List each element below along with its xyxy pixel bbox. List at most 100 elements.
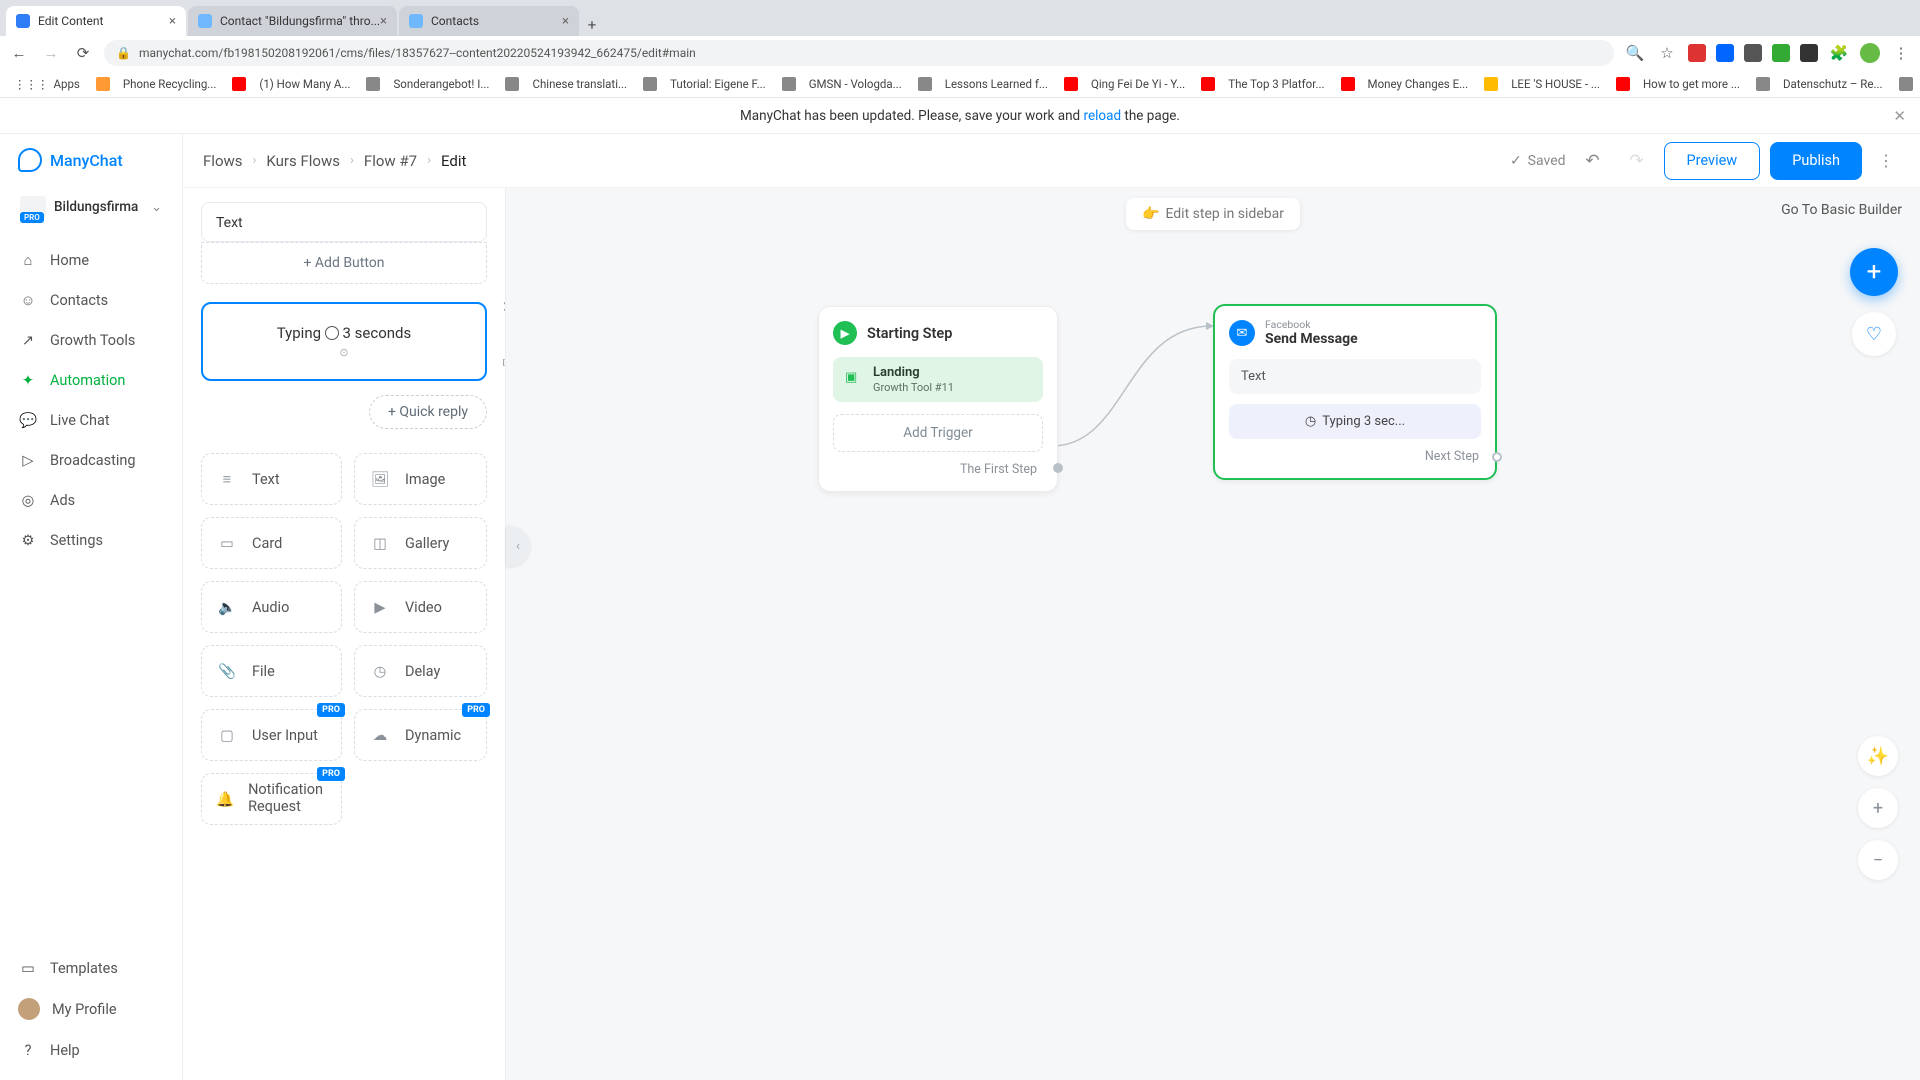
go-basic-builder-link[interactable]: Go To Basic Builder bbox=[1781, 202, 1902, 218]
palette-user-input[interactable]: ▢User InputPRO bbox=[201, 709, 342, 761]
bookmark-item[interactable]: Money Changes E... bbox=[1335, 75, 1475, 93]
bookmark-item[interactable]: How to get more ... bbox=[1610, 75, 1746, 93]
browser-tab[interactable]: Contact "Bildungsfirma" thro... × bbox=[188, 6, 397, 36]
bookmark-item[interactable]: Qing Fei De Yi - Y... bbox=[1058, 75, 1191, 93]
add-quick-reply-button[interactable]: + Quick reply bbox=[369, 395, 487, 429]
output-port[interactable] bbox=[1492, 452, 1502, 462]
duplicate-block-button[interactable]: ⧉ bbox=[499, 354, 506, 372]
palette-video[interactable]: ▶Video bbox=[354, 581, 487, 633]
add-trigger-button[interactable]: Add Trigger bbox=[833, 414, 1043, 452]
text-block[interactable]: Text bbox=[201, 202, 487, 242]
starting-step-node[interactable]: ▶Starting Step ▣ LandingGrowth Tool #11 … bbox=[818, 306, 1058, 492]
bookmark-item[interactable]: The Top 3 Platfor... bbox=[1195, 75, 1330, 93]
bookmark-item[interactable]: Chinese translati... bbox=[499, 75, 633, 93]
reload-link[interactable]: reload bbox=[1084, 108, 1122, 124]
breadcrumb[interactable]: Flows bbox=[203, 152, 243, 170]
add-button[interactable]: + Add Button bbox=[201, 242, 487, 284]
sidebar-item-help[interactable]: ?Help bbox=[0, 1030, 182, 1070]
bookmark-item[interactable]: (1) How Many A... bbox=[226, 75, 356, 93]
sidebar-item-broadcasting[interactable]: ▷Broadcasting bbox=[0, 440, 182, 480]
bookmark-item[interactable]: Phone Recycling... bbox=[90, 75, 223, 93]
bookmark-item[interactable]: Student Wants an... bbox=[1893, 75, 1920, 93]
palette-notification[interactable]: 🔔Notification RequestPRO bbox=[201, 773, 342, 825]
redo-button[interactable]: ↷ bbox=[1620, 144, 1654, 178]
palette-file[interactable]: 📎File bbox=[201, 645, 342, 697]
extension-icon[interactable] bbox=[1688, 44, 1706, 62]
sidebar-item-growth[interactable]: ↗Growth Tools bbox=[0, 320, 182, 360]
close-icon[interactable]: ✕ bbox=[1893, 107, 1906, 125]
add-step-fab[interactable]: + bbox=[1850, 248, 1898, 296]
reload-button[interactable]: ⟳ bbox=[72, 42, 94, 64]
star-icon[interactable]: ☆ bbox=[1656, 42, 1678, 64]
extension-icon[interactable] bbox=[1716, 44, 1734, 62]
palette-gallery[interactable]: ◫Gallery bbox=[354, 517, 487, 569]
typing-delay-block[interactable]: Typing 3 seconds ⊙ bbox=[201, 302, 487, 381]
zoom-in-button[interactable]: + bbox=[1858, 788, 1898, 828]
saved-indicator: ✓Saved bbox=[1510, 153, 1566, 169]
close-icon[interactable]: × bbox=[562, 14, 569, 29]
delete-block-button[interactable]: ✕ bbox=[499, 298, 506, 316]
message-typing-row[interactable]: ◷Typing 3 sec... bbox=[1229, 404, 1481, 439]
extension-icon[interactable] bbox=[1772, 44, 1790, 62]
move-block-button[interactable]: ↕ bbox=[499, 326, 506, 344]
undo-button[interactable]: ↶ bbox=[1576, 144, 1610, 178]
output-port[interactable] bbox=[1053, 463, 1063, 473]
zoom-out-button[interactable]: − bbox=[1858, 840, 1898, 880]
breadcrumb[interactable]: Kurs Flows bbox=[266, 152, 340, 170]
bookmark-item[interactable]: Lessons Learned f... bbox=[912, 75, 1054, 93]
sidebar-item-templates[interactable]: ▭Templates bbox=[0, 948, 182, 988]
sidebar-item-contacts[interactable]: ☺Contacts bbox=[0, 280, 182, 320]
flow-canvas[interactable]: 👉Edit step in sidebar Go To Basic Builde… bbox=[506, 188, 1920, 1080]
send-message-node[interactable]: ✉ FacebookSend Message Text ◷Typing 3 se… bbox=[1213, 304, 1497, 480]
palette-dynamic[interactable]: ☁DynamicPRO bbox=[354, 709, 487, 761]
palette-audio[interactable]: 🔈Audio bbox=[201, 581, 342, 633]
publish-button[interactable]: Publish bbox=[1770, 142, 1862, 180]
chrome-menu[interactable]: ⋮ bbox=[1890, 42, 1912, 64]
close-icon[interactable]: × bbox=[169, 14, 176, 29]
workspace-switcher[interactable]: PRO Bildungsfirma ⌄ bbox=[12, 190, 170, 224]
extension-icon[interactable] bbox=[1800, 44, 1818, 62]
workspace-avatar: PRO bbox=[20, 196, 46, 218]
extensions-button[interactable]: 🧩 bbox=[1828, 42, 1850, 64]
edit-panel: Text + Add Button Typing 3 seconds ⊙ ✕ ↕… bbox=[183, 188, 506, 1080]
trigger-landing[interactable]: ▣ LandingGrowth Tool #11 bbox=[833, 357, 1043, 402]
palette-delay[interactable]: ◷Delay bbox=[354, 645, 487, 697]
sidebar-item-profile[interactable]: My Profile bbox=[0, 988, 182, 1030]
drag-handle-icon[interactable]: ⊙ bbox=[203, 346, 485, 359]
zoom-indicator[interactable]: 🔍 bbox=[1624, 42, 1646, 64]
close-icon[interactable]: × bbox=[380, 14, 387, 29]
bookmark-item[interactable]: LEE 'S HOUSE - ... bbox=[1478, 75, 1606, 93]
back-button[interactable]: ← bbox=[8, 42, 30, 64]
bookmark-item[interactable]: Tutorial: Eigene F... bbox=[637, 75, 772, 93]
browser-tab-active[interactable]: Edit Content × bbox=[6, 6, 186, 36]
palette-text[interactable]: ≡Text bbox=[201, 453, 342, 505]
browser-tab[interactable]: Contacts × bbox=[399, 6, 579, 36]
palette-image[interactable]: 🖼Image bbox=[354, 453, 487, 505]
auto-layout-button[interactable]: ✨ bbox=[1858, 736, 1898, 776]
extension-icon[interactable] bbox=[1744, 44, 1762, 62]
palette-card[interactable]: ▭Card bbox=[201, 517, 342, 569]
bookmark-item[interactable]: GMSN - Vologda... bbox=[776, 75, 908, 93]
bookmark-item[interactable]: Sonderangebot! I... bbox=[360, 75, 495, 93]
more-menu[interactable]: ⋮ bbox=[1872, 151, 1900, 170]
url-field[interactable]: 🔒 manychat.com/fb198150208192061/cms/fil… bbox=[104, 40, 1614, 66]
breadcrumb[interactable]: Flow #7 bbox=[364, 152, 417, 170]
new-tab-button[interactable]: + bbox=[581, 14, 603, 36]
brand-name: ManyChat bbox=[50, 151, 123, 170]
sidebar-item-ads[interactable]: ◎Ads bbox=[0, 480, 182, 520]
edit-hint-pill[interactable]: 👉Edit step in sidebar bbox=[1126, 198, 1300, 230]
preview-button[interactable]: Preview bbox=[1664, 142, 1761, 180]
forward-button[interactable]: → bbox=[40, 42, 62, 64]
bookmark-item[interactable]: Datenschutz – Re... bbox=[1750, 75, 1889, 93]
nav-label: Automation bbox=[50, 372, 125, 389]
sidebar-item-livechat[interactable]: 💬Live Chat bbox=[0, 400, 182, 440]
sidebar-item-automation[interactable]: ✦Automation bbox=[0, 360, 182, 400]
brand-logo[interactable]: ManyChat bbox=[0, 148, 182, 190]
favorite-button[interactable]: ♡ bbox=[1852, 312, 1896, 356]
sidebar-item-home[interactable]: ⌂Home bbox=[0, 240, 182, 280]
first-step-label: The First Step bbox=[833, 452, 1043, 477]
profile-avatar[interactable] bbox=[1860, 43, 1880, 63]
sidebar-item-settings[interactable]: ⚙Settings bbox=[0, 520, 182, 560]
message-text-row[interactable]: Text bbox=[1229, 359, 1481, 394]
apps-shortcut[interactable]: ⋮⋮⋮Apps bbox=[8, 75, 86, 93]
